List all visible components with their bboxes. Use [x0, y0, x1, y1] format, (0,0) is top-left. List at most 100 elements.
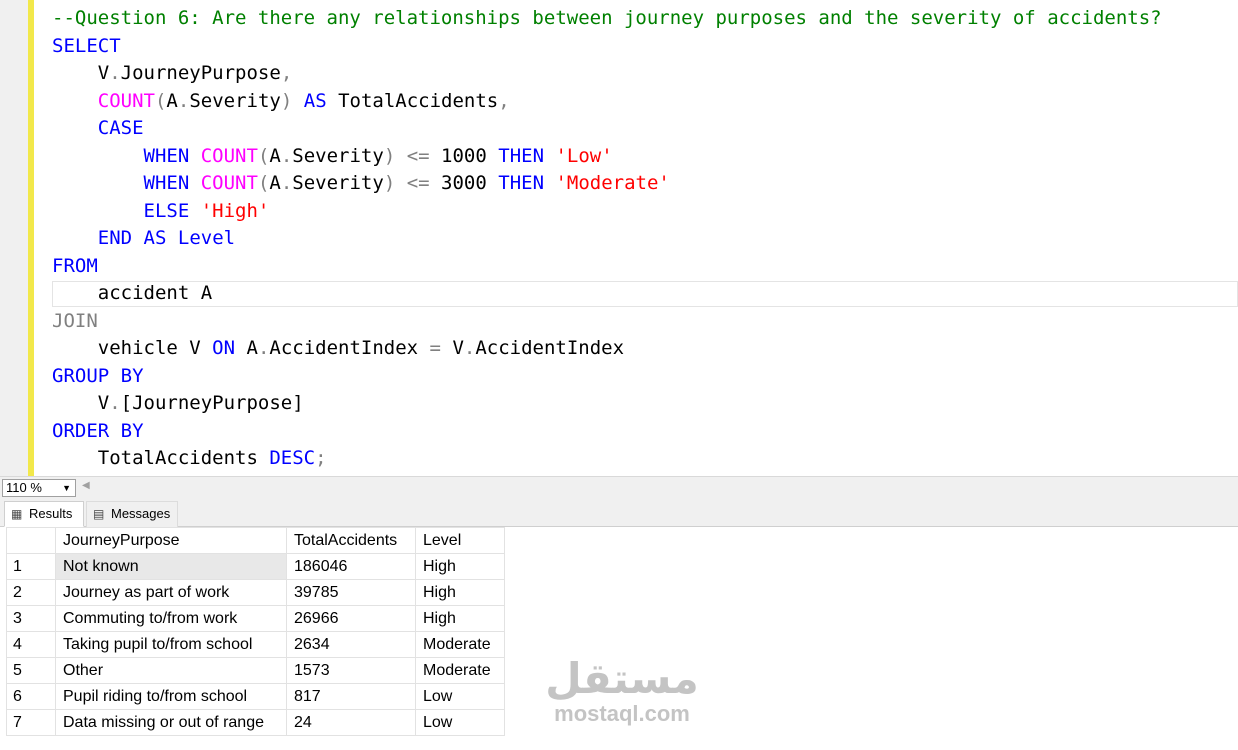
- sql-code[interactable]: --Question 6: Are there any relationship…: [52, 5, 1162, 473]
- watermark-arabic-logo: مستقل: [545, 654, 699, 703]
- code-line[interactable]: V.JourneyPurpose,: [52, 60, 1162, 88]
- row-number[interactable]: 4: [6, 631, 56, 658]
- code-token-plain: Severity: [189, 89, 281, 112]
- code-line[interactable]: WHEN COUNT(A.Severity) <= 1000 THEN 'Low…: [52, 143, 1162, 171]
- code-token-plain: Severity: [292, 144, 384, 167]
- code-token-keyword: ON: [212, 337, 236, 359]
- zoom-dropdown[interactable]: 110 % ▼: [2, 479, 76, 497]
- code-token-keyword: BY: [120, 364, 144, 387]
- cell-level[interactable]: High: [415, 553, 505, 580]
- code-line[interactable]: GROUP BY: [52, 363, 1162, 391]
- query-editor[interactable]: --Question 6: Are there any relationship…: [0, 0, 1238, 476]
- table-row[interactable]: 1 Not known 186046 High: [6, 553, 505, 580]
- code-token-plain: TotalAccidents: [326, 89, 499, 112]
- cell-journeypurpose[interactable]: Commuting to/from work: [55, 605, 287, 632]
- code-token-plain: 1000: [429, 144, 499, 167]
- code-token-keyword: FROM: [52, 254, 98, 277]
- results-grid[interactable]: JourneyPurpose TotalAccidents Level 1 Not…: [6, 527, 505, 736]
- row-number[interactable]: 5: [6, 657, 56, 684]
- code-token-keyword: THEN: [498, 172, 545, 194]
- code-token-plain: AccidentIndex: [269, 337, 430, 359]
- code-token-gray: .: [463, 337, 476, 359]
- code-token-string: 'High': [200, 199, 270, 222]
- table-row[interactable]: 2 Journey as part of work 39785 High: [6, 579, 505, 606]
- cell-totalaccidents[interactable]: 2634: [286, 631, 416, 658]
- row-number[interactable]: 3: [6, 605, 56, 632]
- row-number[interactable]: 2: [6, 579, 56, 606]
- code-token-gray: =: [429, 337, 441, 359]
- code-token-plain: JourneyPurpose: [120, 62, 281, 84]
- row-number[interactable]: 1: [6, 553, 56, 580]
- cell-journeypurpose[interactable]: Pupil riding to/from school: [55, 683, 287, 710]
- grid-icon: ▦: [11, 507, 23, 521]
- cell-level[interactable]: Low: [415, 683, 505, 710]
- cell-totalaccidents[interactable]: 26966: [286, 605, 416, 632]
- code-token-gray: .: [177, 89, 190, 112]
- cell-totalaccidents[interactable]: 186046: [286, 553, 416, 580]
- code-line[interactable]: WHEN COUNT(A.Severity) <= 3000 THEN 'Mod…: [52, 170, 1162, 198]
- code-token-plain: TotalAccidents: [52, 447, 270, 469]
- code-token-gray: ;: [315, 447, 327, 469]
- code-token-keyword: Level: [177, 227, 236, 249]
- code-line[interactable]: JOIN: [52, 308, 1162, 336]
- cell-journeypurpose[interactable]: Journey as part of work: [55, 579, 287, 606]
- code-line[interactable]: END AS Level: [52, 225, 1162, 253]
- chevron-down-icon[interactable]: ▼: [62, 480, 71, 496]
- table-row[interactable]: 6 Pupil riding to/from school 817 Low: [6, 683, 505, 710]
- cell-journeypurpose[interactable]: Taking pupil to/from school: [55, 631, 287, 658]
- tab-results-label: Results: [29, 506, 73, 521]
- zoom-value: 110 %: [6, 480, 42, 495]
- code-line[interactable]: ORDER BY: [52, 418, 1162, 446]
- editor-status-bar: 110 % ▼ ◀: [0, 476, 1238, 498]
- cell-level[interactable]: High: [415, 605, 505, 632]
- tab-results[interactable]: ▦ Results: [4, 501, 84, 527]
- code-line[interactable]: FROM: [52, 253, 1162, 281]
- cell-totalaccidents[interactable]: 817: [286, 683, 416, 710]
- cell-journeypurpose[interactable]: Other: [55, 657, 287, 684]
- cell-level[interactable]: Moderate: [415, 631, 505, 658]
- code-line[interactable]: vehicle V ON A.AccidentIndex = V.Acciden…: [52, 335, 1162, 363]
- table-row[interactable]: 5 Other 1573 Moderate: [6, 657, 505, 684]
- cell-journeypurpose[interactable]: Data missing or out of range: [55, 709, 287, 736]
- code-line[interactable]: ELSE 'High': [52, 198, 1162, 226]
- scroll-left-arrow-icon[interactable]: ◀: [82, 480, 90, 491]
- code-line[interactable]: --Question 6: Are there any relationship…: [52, 5, 1162, 33]
- code-token-gray: JOIN: [52, 309, 98, 332]
- code-line[interactable]: COUNT(A.Severity) AS TotalAccidents,: [52, 88, 1162, 116]
- cell-totalaccidents[interactable]: 24: [286, 709, 416, 736]
- code-line[interactable]: CASE: [52, 115, 1162, 143]
- code-line[interactable]: V.[JourneyPurpose]: [52, 390, 1162, 418]
- table-row[interactable]: 3 Commuting to/from work 26966 High: [6, 605, 505, 632]
- cell-totalaccidents[interactable]: 39785: [286, 579, 416, 606]
- code-line[interactable]: SELECT: [52, 33, 1162, 61]
- column-header-totalaccidents[interactable]: TotalAccidents: [286, 527, 416, 554]
- code-line[interactable]: accident A: [52, 280, 1162, 308]
- results-tab-strip: ▦ Results ▤ Messages: [0, 498, 1238, 527]
- column-header-level[interactable]: Level: [415, 527, 505, 554]
- table-row[interactable]: 4 Taking pupil to/from school 2634 Moderate: [6, 631, 505, 658]
- code-line[interactable]: TotalAccidents DESC;: [52, 445, 1162, 473]
- cell-totalaccidents[interactable]: 1573: [286, 657, 416, 684]
- cell-level[interactable]: Moderate: [415, 657, 505, 684]
- column-header-journeypurpose[interactable]: JourneyPurpose: [55, 527, 287, 554]
- tab-messages[interactable]: ▤ Messages: [86, 501, 178, 527]
- code-token-gray: ,: [498, 89, 510, 112]
- cell-journeypurpose[interactable]: Not known: [55, 553, 287, 580]
- code-token-keyword: ELSE: [143, 199, 190, 222]
- row-number[interactable]: 6: [6, 683, 56, 710]
- code-token-plain: A: [235, 337, 258, 359]
- row-number[interactable]: 7: [6, 709, 56, 736]
- cell-level[interactable]: Low: [415, 709, 505, 736]
- code-token-gray: ): [280, 89, 293, 112]
- row-number-header[interactable]: [6, 527, 56, 554]
- cell-level[interactable]: High: [415, 579, 505, 606]
- code-token-plain: V: [441, 337, 464, 359]
- table-row[interactable]: 7 Data missing or out of range 24 Low: [6, 709, 505, 736]
